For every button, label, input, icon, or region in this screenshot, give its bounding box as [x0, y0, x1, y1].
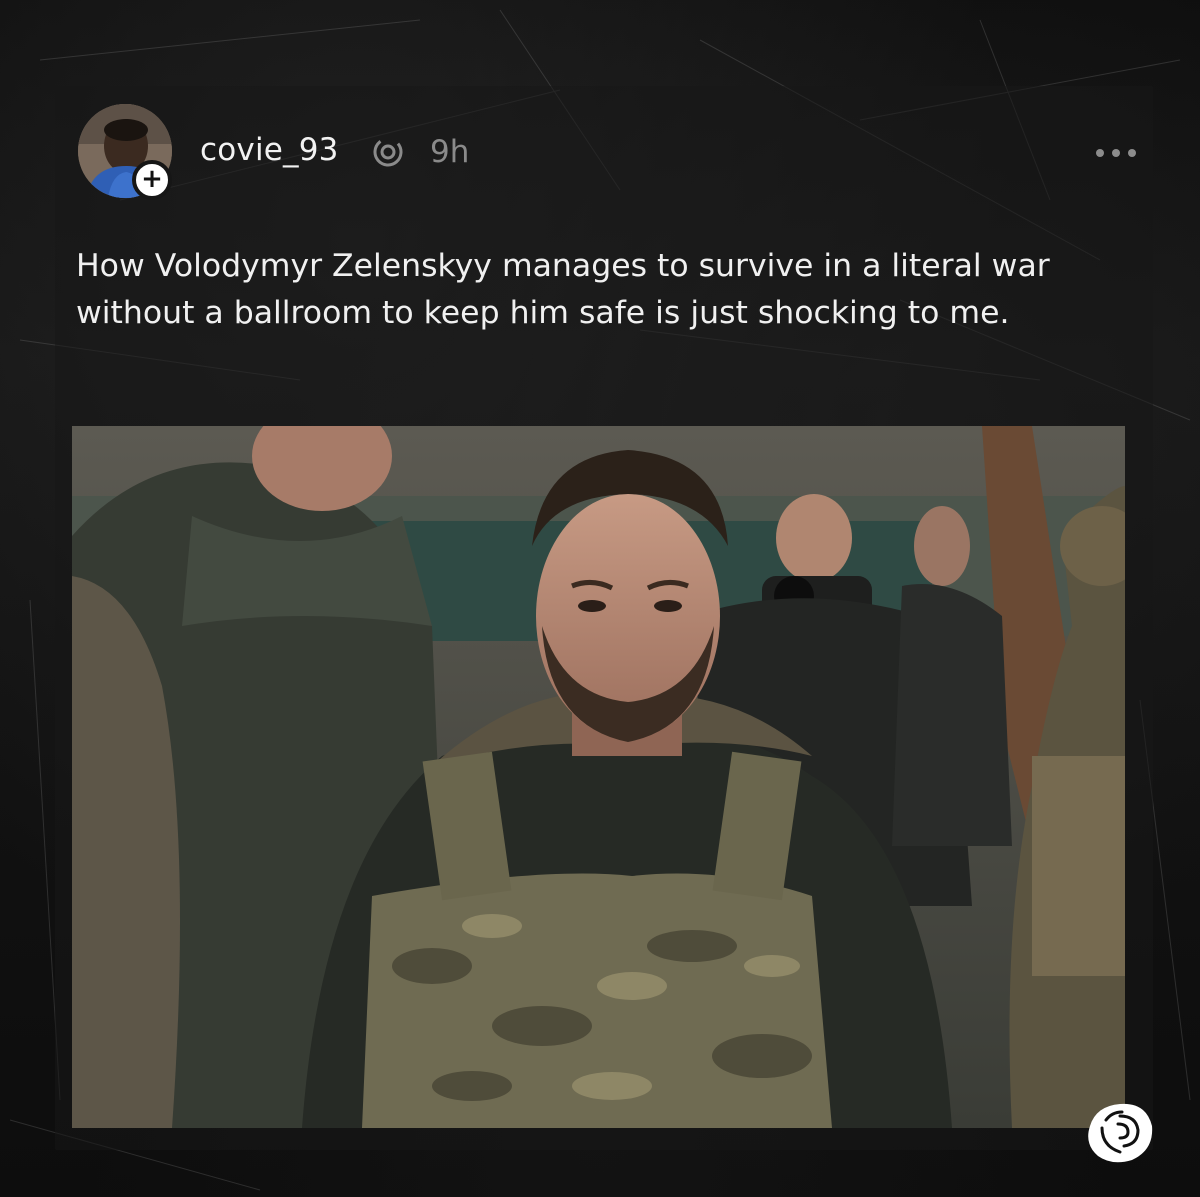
threads-icon — [373, 137, 403, 167]
more-options-icon[interactable] — [1090, 138, 1142, 168]
post-timestamp: 9h — [430, 134, 470, 170]
author-username[interactable]: covie_93 — [200, 132, 339, 168]
author-avatar-group[interactable]: + — [78, 104, 174, 200]
rose-logo-icon — [1088, 1103, 1153, 1163]
post-photo[interactable] — [72, 426, 1125, 1128]
post-text: How Volodymyr Zelenskyy manages to survi… — [76, 248, 1050, 331]
follow-plus-icon[interactable]: + — [132, 160, 172, 200]
